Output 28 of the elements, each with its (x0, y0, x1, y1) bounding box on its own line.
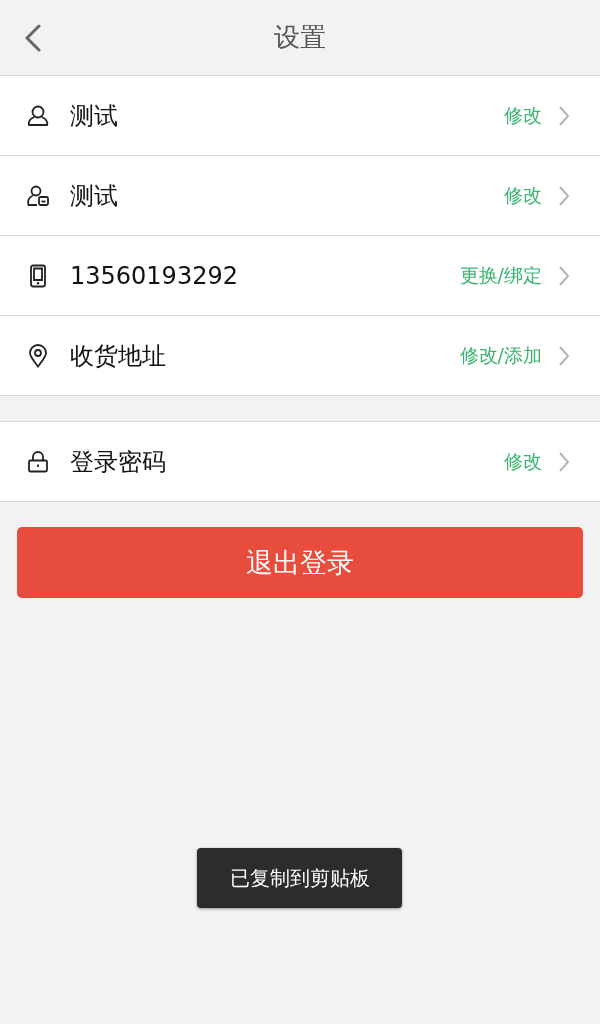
location-pin-icon (26, 343, 50, 368)
chevron-right-icon (558, 264, 570, 287)
lock-icon (26, 449, 50, 474)
settings-row[interactable]: 测试 修改 (0, 76, 600, 155)
chevron-right-icon (558, 184, 570, 207)
page-title: 设置 (274, 21, 326, 54)
row-action-link[interactable]: 修改/添加 (459, 342, 542, 369)
row-action-link[interactable]: 修改 (504, 182, 542, 209)
settings-row[interactable]: 登录密码 修改 (0, 422, 600, 501)
logout-button[interactable]: 退出登录 (17, 527, 583, 598)
row-label: 登录密码 (70, 446, 167, 478)
row-label: 收货地址 (70, 340, 167, 372)
row-label: 13560193292 (70, 261, 239, 290)
row-label: 测试 (70, 100, 119, 132)
chevron-right-icon (558, 104, 570, 127)
settings-row[interactable]: 收货地址 修改/添加 (0, 315, 600, 395)
person-card-icon (26, 183, 50, 208)
row-action-link[interactable]: 修改 (504, 102, 542, 129)
settings-row[interactable]: 13560193292 更换/绑定 (0, 235, 600, 315)
row-action-link[interactable]: 更换/绑定 (459, 262, 542, 289)
back-icon (24, 24, 42, 52)
row-label: 测试 (70, 180, 119, 212)
settings-row[interactable]: 测试 修改 (0, 155, 600, 235)
person-icon (26, 103, 50, 128)
row-action-link[interactable]: 修改 (504, 448, 542, 475)
toast-message: 已复制到剪贴板 (197, 848, 402, 908)
chevron-right-icon (558, 450, 570, 473)
chevron-right-icon (558, 344, 570, 367)
